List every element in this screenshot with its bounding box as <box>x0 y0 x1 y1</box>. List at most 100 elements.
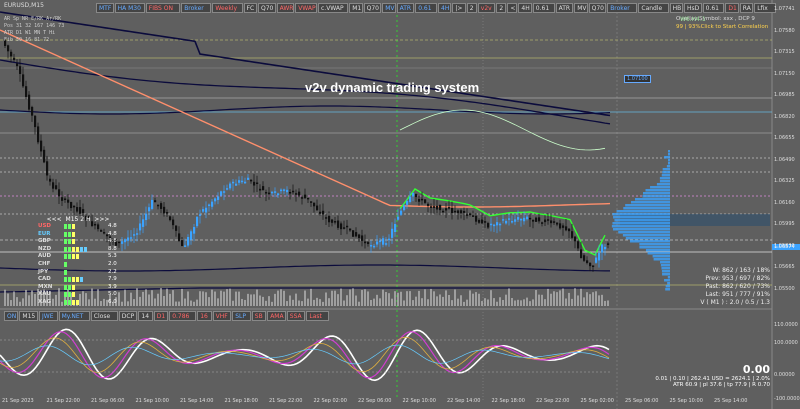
toolbar-button-8[interactable]: VWAP <box>295 3 317 13</box>
candle-body <box>412 192 415 197</box>
bottom-toolbar-button-14[interactable]: SSA <box>286 311 306 321</box>
toolbar-button-21[interactable]: 4H <box>518 3 532 13</box>
currency-value: 5.3 <box>108 253 117 260</box>
toolbar-button-6[interactable]: Q70 <box>258 3 276 13</box>
volume-bar <box>175 301 177 306</box>
time-tick: 21 Sep 14:00 <box>180 398 214 404</box>
volume-bar <box>244 299 246 306</box>
toolbar-button-17[interactable]: 2 <box>466 3 477 13</box>
toolbar-button-7[interactable]: AWR <box>276 3 295 13</box>
candle-body <box>259 188 262 191</box>
toolbar-button-30[interactable]: 0.61 <box>702 3 725 13</box>
toolbar-button-28[interactable]: HB <box>669 3 683 13</box>
toolbar-button-13[interactable]: ATR <box>396 3 415 13</box>
time-tick: 21 Sep 2023 <box>2 398 34 404</box>
candle-body <box>421 198 424 201</box>
toolbar-button-15[interactable]: 4H <box>438 3 452 13</box>
toolbar-button-11[interactable]: Q70 <box>363 3 382 13</box>
toolbar-button-18[interactable]: v2v <box>477 3 496 13</box>
candle-body <box>166 212 169 214</box>
trading-chart[interactable]: v2v dynamic trading system <box>0 0 800 409</box>
volume-bar <box>193 301 195 306</box>
toolbar-button-9[interactable]: c.VWAP <box>318 3 349 13</box>
toolbar-button-19[interactable]: 2 <box>496 3 507 13</box>
toolbar-button-23[interactable]: ATR <box>555 3 574 13</box>
bottom-toolbar-button-1[interactable]: M15 <box>19 311 38 321</box>
volume-bar <box>217 298 219 306</box>
toolbar-button-4[interactable]: Weekly <box>212 3 243 13</box>
toolbar-button-1[interactable]: HA M30 <box>114 3 145 13</box>
profile-bar <box>630 201 670 204</box>
candle-body <box>214 198 217 202</box>
toolbar-button-29[interactable]: HsD <box>684 3 702 13</box>
profile-bar <box>613 216 670 219</box>
bottom-toolbar-button-13[interactable]: AMA <box>267 311 286 321</box>
toolbar-button-22[interactable]: 0.61 <box>532 3 555 13</box>
bottom-toolbar-button-15[interactable]: Last <box>306 311 330 321</box>
bottom-toolbar-button-12[interactable]: SB <box>251 311 267 321</box>
bottom-toolbar-button-4[interactable]: Close <box>90 311 118 321</box>
toolbar-button-0[interactable]: MTF <box>96 3 114 13</box>
candle-body <box>370 245 373 247</box>
correlation-button[interactable]: 99 | 93%Click to Start Correlation <box>676 23 768 31</box>
toolbar-button-5[interactable]: FC <box>243 3 257 13</box>
toolbar-button-14[interactable]: 0.61 <box>415 3 437 13</box>
bottom-toolbar-button-3[interactable]: My.NET <box>58 311 90 321</box>
volume-bar <box>316 297 318 306</box>
candle-body <box>607 243 610 245</box>
strength-bar <box>64 299 79 305</box>
candle-body <box>187 237 190 246</box>
candle-body <box>73 205 76 208</box>
volume-bar <box>361 290 363 306</box>
toolbar-button-31[interactable]: D1 <box>725 3 739 13</box>
toolbar-button-3[interactable]: Broker <box>181 3 212 13</box>
toolbar-button-32[interactable]: RA <box>739 3 754 13</box>
bottom-toolbar-button-7[interactable]: D1 <box>153 311 169 321</box>
volume-bar <box>241 298 243 306</box>
strength-prev-arrow[interactable]: <<< <box>47 216 66 223</box>
volume-bar <box>214 291 216 306</box>
volume-bar <box>427 299 429 306</box>
lower-readout: 0.00 0.01 | 0.10 | 262.41 USD = 2624.1 |… <box>612 363 770 388</box>
currency-strength-panel: <<< M15 2 H >>> USD 4.8 EUR 4.8 GBP 4.8 NZD 8.8… <box>28 216 128 307</box>
volume-bar <box>463 301 465 306</box>
toolbar-button-25[interactable]: Q70 <box>588 3 607 13</box>
toolbar-button-26[interactable]: Broker <box>607 3 638 13</box>
bottom-toolbar-button-11[interactable]: SLP <box>232 311 251 321</box>
volume-bar <box>364 289 366 306</box>
toolbar-button-27[interactable]: Candle <box>638 3 669 13</box>
toolbar-button-10[interactable]: M1 <box>349 3 363 13</box>
bottom-toolbar-button-0[interactable]: ON <box>4 311 19 321</box>
price-tick: 1.05500 <box>774 285 795 292</box>
bottom-toolbar-button-8[interactable]: 0.786 <box>169 311 197 321</box>
toolbar-button-12[interactable]: MV <box>382 3 396 13</box>
profile-bar <box>662 273 670 276</box>
volume-bar <box>412 300 414 306</box>
strength-bar-cell <box>72 292 75 298</box>
volume-bar <box>547 288 549 306</box>
candle-body <box>274 191 277 193</box>
candle-body <box>142 219 145 227</box>
candle-body <box>391 228 394 238</box>
strength-next-arrow[interactable]: >>> <box>90 216 109 223</box>
currency-value: 4.8 <box>108 223 117 229</box>
toolbar-button-33[interactable]: Lfix <box>754 3 776 13</box>
candle-body <box>289 192 292 194</box>
bottom-toolbar-button-6[interactable]: 14 <box>138 311 153 321</box>
volume-bar <box>367 291 369 306</box>
volume-bar <box>589 294 591 306</box>
toolbar-button-20[interactable]: < <box>507 3 518 13</box>
bottom-toolbar-button-2[interactable]: JWE <box>39 311 58 321</box>
toolbar-button-2[interactable]: FIBS ON <box>145 3 181 13</box>
strength-bar-cell <box>68 254 71 260</box>
candle-body <box>163 206 166 214</box>
toolbar-button-16[interactable]: |> <box>452 3 466 13</box>
toolbar-button-24[interactable]: MV <box>574 3 588 13</box>
bottom-toolbar-button-10[interactable]: VHF <box>212 311 232 321</box>
candle-body <box>454 210 457 213</box>
volume-bar <box>235 291 237 306</box>
volume-bar <box>274 293 276 306</box>
bottom-toolbar-button-9[interactable]: 16 <box>197 311 212 321</box>
volume-bar <box>154 298 156 306</box>
bottom-toolbar-button-5[interactable]: DCP <box>118 311 138 321</box>
